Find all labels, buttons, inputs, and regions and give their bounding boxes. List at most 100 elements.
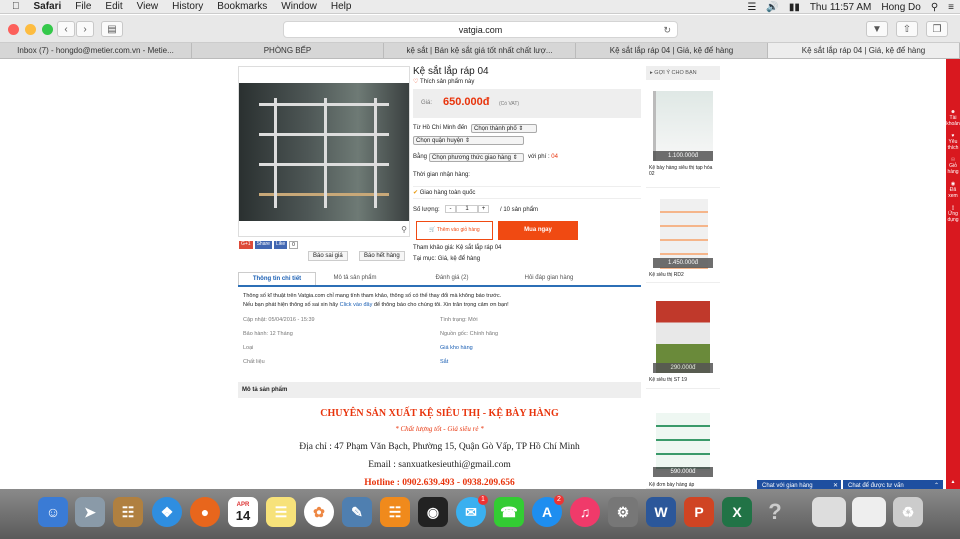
finder-icon[interactable]: ☺ bbox=[38, 497, 68, 527]
desc-line-3: Địa chỉ : 47 Phạm Văn Bạch, Phường 15, Q… bbox=[299, 442, 580, 452]
tab-inbox[interactable]: Inbox (7) - hongdo@metier.com.vn - Metie… bbox=[0, 43, 192, 58]
gplus-button[interactable]: G+1 bbox=[239, 241, 253, 249]
minimize-window-button[interactable] bbox=[25, 24, 36, 35]
spec-link[interactable]: Giá kho hàng bbox=[440, 345, 473, 351]
suggest-item[interactable]: 590.000đ Kệ đơn bày hàng áp bbox=[646, 411, 720, 489]
menu-user[interactable]: Hong Do bbox=[881, 2, 920, 13]
side-app[interactable]: ▯ Ứng dụng bbox=[946, 205, 960, 223]
close-window-button[interactable] bbox=[8, 24, 19, 35]
tab-detail-info[interactable]: Thông tin chi tiết bbox=[238, 272, 316, 285]
downloads-stack-icon[interactable] bbox=[852, 497, 886, 527]
detail-note-2: Nếu bạn phát hiện thông số sai xin hãy C… bbox=[243, 302, 641, 308]
menu-help[interactable]: Help bbox=[331, 1, 352, 12]
spec-key: Tình trạng: bbox=[440, 317, 467, 323]
zoom-window-button[interactable] bbox=[42, 24, 53, 35]
qty-stepper: - 1 + bbox=[445, 205, 489, 213]
facetime-icon[interactable]: ☎ bbox=[494, 497, 524, 527]
suggest-name[interactable]: Kệ bày hàng siêu thị tạp hóa 02 bbox=[649, 165, 719, 177]
volume-icon[interactable]: 🔊 bbox=[766, 2, 778, 13]
list-icon[interactable]: ≡ bbox=[948, 2, 954, 13]
scroll-top-icon[interactable]: ▲ bbox=[946, 479, 960, 485]
shipping-method-select[interactable]: Chọn phương thức giao hàng ⇕ bbox=[429, 153, 524, 162]
firefox-icon[interactable]: ● bbox=[190, 497, 220, 527]
spec-row: Loại bbox=[243, 345, 433, 359]
system-preferences-icon[interactable]: ⚙ bbox=[608, 497, 638, 527]
tab-description[interactable]: Mô tả sản phẩm bbox=[316, 272, 394, 285]
menu-bookmarks[interactable]: Bookmarks bbox=[217, 1, 267, 12]
search-icon[interactable]: ⚲ bbox=[931, 2, 938, 13]
side-viewed[interactable]: ◉ Đã xem bbox=[946, 181, 960, 199]
reload-icon[interactable]: ↻ bbox=[663, 22, 671, 38]
menu-view[interactable]: View bbox=[137, 1, 159, 12]
menu-window[interactable]: Window bbox=[281, 1, 317, 12]
ibooks-icon[interactable]: ☵ bbox=[380, 497, 410, 527]
tab-qa[interactable]: Hỏi đáp gian hàng bbox=[510, 272, 588, 285]
side-favorites[interactable]: ♥ Yêu thích bbox=[946, 133, 960, 151]
spec-link[interactable]: Sắt bbox=[440, 359, 448, 365]
safari-icon[interactable]: ❖ bbox=[152, 497, 182, 527]
like-fb-button[interactable]: Like bbox=[273, 241, 288, 249]
report-spec-link[interactable]: Click vào đây bbox=[340, 302, 373, 308]
notes-icon[interactable]: ☰ bbox=[266, 497, 296, 527]
suggest-name[interactable]: Kệ đơn bày hàng áp bbox=[649, 482, 719, 488]
menu-edit[interactable]: Edit bbox=[105, 1, 122, 12]
tabs-overview-button[interactable]: ❐ bbox=[926, 21, 948, 37]
report-out-button[interactable]: Báo hết hàng bbox=[359, 251, 405, 261]
menu-app[interactable]: Safari bbox=[34, 1, 62, 12]
tab-product[interactable]: Kệ sắt lắp ráp 04 | Giá, kệ để hàng bbox=[576, 43, 768, 58]
screenshot-thumbnail-icon[interactable] bbox=[812, 497, 846, 527]
powerpoint-icon[interactable]: P bbox=[684, 497, 714, 527]
battery-icon[interactable]: ▮▮ bbox=[789, 2, 800, 13]
suggest-item[interactable]: 290.000đ Kệ siêu thị ST 19 bbox=[646, 299, 720, 389]
unknown-app-icon[interactable]: ? bbox=[760, 497, 790, 527]
zoom-icon[interactable]: ⚲ bbox=[401, 225, 407, 234]
suggest-item[interactable]: 1.100.000đ Kệ bày hàng siêu thị tạp hóa … bbox=[646, 83, 720, 188]
back-button[interactable]: ‹ bbox=[57, 21, 75, 37]
photo-booth-icon[interactable]: ◉ bbox=[418, 497, 448, 527]
downloads-button[interactable]: ▼ bbox=[866, 21, 888, 37]
sidebar-button[interactable]: ▤ bbox=[101, 21, 123, 37]
calendar-icon[interactable]: APR 14 bbox=[228, 497, 258, 527]
share-button[interactable]: ⇧ bbox=[896, 21, 918, 37]
desc-line-1: CHUYÊN SẢN XUẤT KỆ SIÊU THỊ - KỆ BÀY HÀN… bbox=[320, 408, 559, 419]
word-icon[interactable]: W bbox=[646, 497, 676, 527]
desc-line-4: Email : sanxuatkesieuthi@gmail.com bbox=[368, 460, 511, 470]
photos-icon[interactable]: ✿ bbox=[304, 497, 334, 527]
tab-phong-bep[interactable]: PHÒNG BẾP bbox=[192, 43, 384, 58]
tab-reviews[interactable]: Đánh giá (2) bbox=[394, 272, 510, 285]
tab-ke-sat[interactable]: kệ sắt | Bán kệ sắt giá tốt nhất chất lư… bbox=[384, 43, 576, 58]
itunes-icon[interactable]: ♫ bbox=[570, 497, 600, 527]
share-fb-button[interactable]: Share bbox=[254, 241, 272, 249]
side-account-label: Tài khoản bbox=[946, 115, 960, 127]
trash-icon[interactable]: ♻ bbox=[893, 497, 923, 527]
qty-plus-button[interactable]: + bbox=[478, 205, 489, 213]
wifi-icon[interactable]: ☰ bbox=[747, 2, 756, 13]
menu-file[interactable]: File bbox=[75, 1, 91, 12]
tab-product-active[interactable]: Kệ sắt lắp ráp 04 | Giá, kệ để hàng bbox=[768, 43, 960, 58]
launchpad-icon[interactable]: ➤ bbox=[75, 497, 105, 527]
apple-icon[interactable]:  bbox=[12, 1, 20, 12]
product-image-frame[interactable]: ⚲ bbox=[238, 66, 410, 237]
suggest-name[interactable]: Kệ siêu thị RD2 bbox=[649, 272, 719, 278]
side-account[interactable]: ☻ Tài khoản bbox=[946, 109, 960, 127]
district-select[interactable]: Chọn quận huyện ⇕ bbox=[413, 136, 524, 145]
city-select[interactable]: Chọn thành phố ⇕ bbox=[471, 124, 537, 133]
menu-history[interactable]: History bbox=[172, 1, 203, 12]
report-wrong-button[interactable]: Báo sai giá bbox=[308, 251, 348, 261]
category-value[interactable]: Giá, kệ để hàng bbox=[438, 256, 480, 262]
address-bar[interactable]: vatgia.com ↻ bbox=[283, 21, 678, 38]
menu-clock[interactable]: Thu 11:57 AM bbox=[810, 2, 872, 13]
suggest-name[interactable]: Kệ siêu thị ST 19 bbox=[649, 377, 719, 383]
ref-value[interactable]: Kệ sắt lắp ráp 04 bbox=[456, 245, 501, 251]
side-cart[interactable]: ☉ Giỏ hàng bbox=[946, 157, 960, 175]
buy-now-button[interactable]: Mua ngay bbox=[498, 221, 578, 240]
qty-minus-button[interactable]: - bbox=[445, 205, 456, 213]
preview-icon[interactable]: ✎ bbox=[342, 497, 372, 527]
excel-icon[interactable]: X bbox=[722, 497, 752, 527]
add-to-cart-button[interactable]: 🛒 Thêm vào giỏ hàng bbox=[416, 221, 493, 240]
like-product[interactable]: ♡ Thích sản phẩm này bbox=[413, 78, 474, 85]
forward-button[interactable]: › bbox=[76, 21, 94, 37]
qty-input[interactable]: 1 bbox=[456, 205, 478, 213]
contacts-icon[interactable]: ☷ bbox=[113, 497, 143, 527]
suggest-item[interactable]: 1.450.000đ Kệ siêu thị RD2 bbox=[646, 197, 720, 283]
